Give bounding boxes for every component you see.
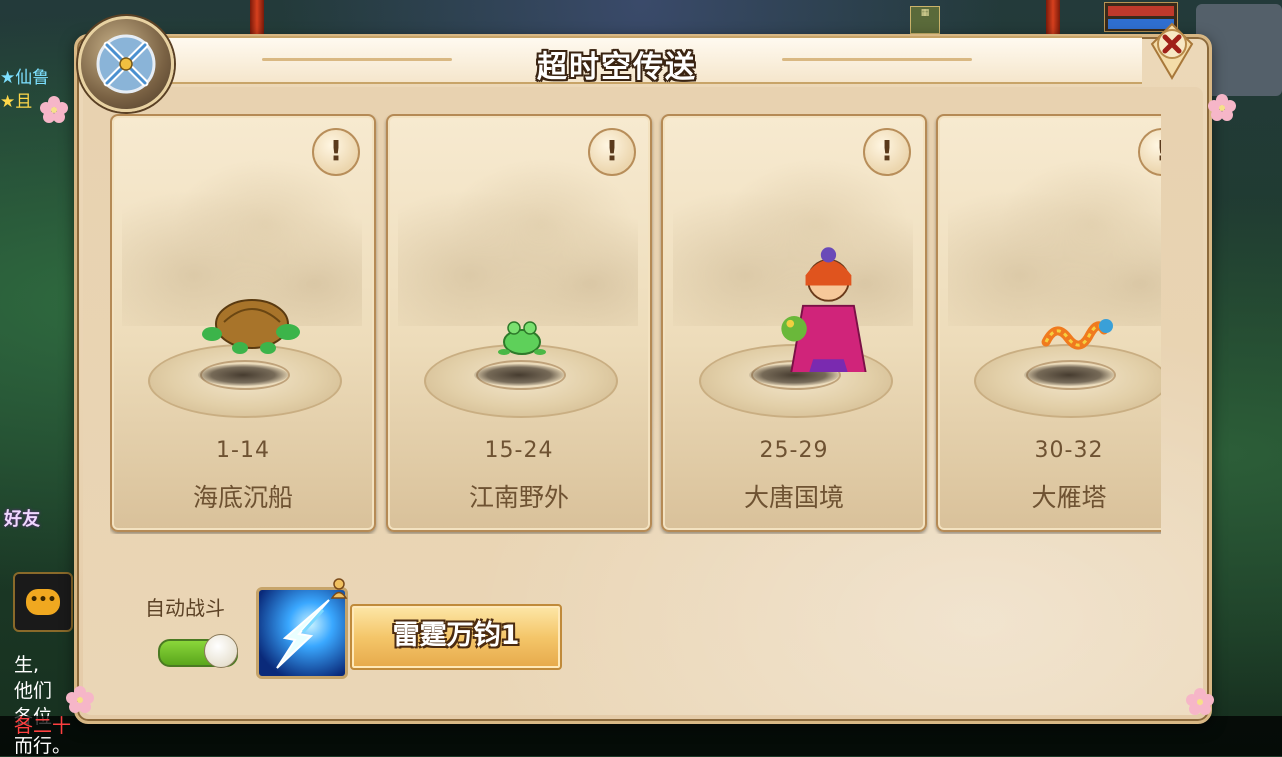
chat-bubble-icon: ••• — [26, 589, 60, 615]
chat-button[interactable]: ••• — [13, 572, 73, 632]
level-range: 15-24 — [484, 438, 554, 463]
info-button[interactable]: ! — [863, 128, 911, 176]
level-range: 30-32 — [1034, 438, 1104, 463]
info-button[interactable]: ! — [312, 128, 360, 176]
destination-name: 江南野外 — [468, 483, 569, 512]
destination-card-1[interactable]: ! 1-14 海底沉船 — [110, 114, 376, 532]
close-button[interactable] — [1150, 22, 1194, 80]
blossom-decoration-icon — [66, 686, 94, 713]
skill-select-button[interactable]: 雷霆万钧1 — [350, 604, 562, 670]
blossom-decoration-icon — [1186, 688, 1214, 715]
map-marker-icon[interactable]: ▦ — [910, 6, 940, 34]
auto-battle-label: 自动战斗 — [145, 596, 225, 620]
destination-list[interactable]: ! 1-14 海底沉船 ! 15-24 江南野外 ! 25-29 大唐国境 30… — [110, 114, 1161, 534]
destination-card-2[interactable]: ! 15-24 江南野外 — [386, 114, 652, 532]
chat-line: 生, — [14, 654, 40, 676]
blossom-decoration-icon — [40, 96, 68, 123]
frog-icon — [498, 321, 546, 355]
destination-name: 海底沉船 — [192, 483, 293, 512]
destination-card-3[interactable]: ! 25-29 大唐国境 — [661, 114, 927, 532]
auto-battle-toggle[interactable] — [158, 634, 238, 668]
crossed-swords-emblem-icon — [78, 16, 174, 112]
red-pillar — [250, 0, 264, 34]
level-range: 1-14 — [216, 438, 270, 463]
chat-line: 他们 — [14, 680, 53, 702]
level-range: 25-29 — [759, 438, 829, 463]
destination-name: 大唐国境 — [743, 483, 844, 512]
info-button[interactable]: ! — [588, 128, 636, 176]
destination-name: 大雁塔 — [1031, 483, 1107, 512]
dialog-title-bar: 超时空传送 — [92, 36, 1142, 85]
toggle-knob — [204, 634, 238, 668]
red-pillar — [1046, 0, 1060, 34]
close-x-icon — [1150, 22, 1194, 80]
announcement-tail: 而行。 — [14, 735, 72, 757]
dialog-title: 超时空传送 — [537, 50, 697, 85]
turtle-icon — [202, 299, 300, 354]
dragon-icon — [1041, 319, 1113, 350]
announcement-prefix: 各二十 — [14, 716, 72, 736]
friend-button[interactable]: 好友 — [4, 505, 40, 531]
user-badge-icon[interactable] — [330, 577, 348, 599]
lightning-skill-icon[interactable] — [256, 587, 348, 679]
scene-text-line: ★仙鲁 — [0, 68, 50, 88]
blossom-decoration-icon — [1208, 94, 1236, 121]
destination-card-4[interactable]: ! 30-32 大雁塔 — [936, 114, 1161, 532]
